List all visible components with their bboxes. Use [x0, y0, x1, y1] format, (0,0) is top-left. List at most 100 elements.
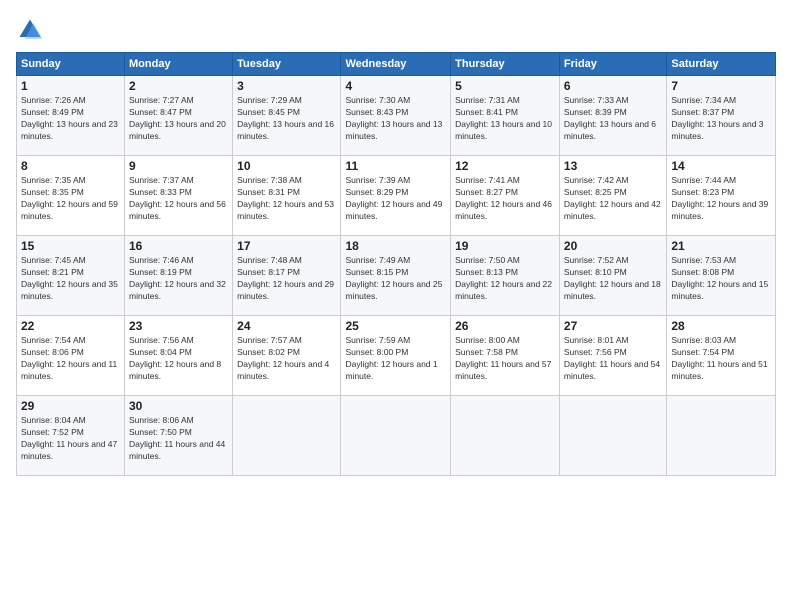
day-cell-8: 8 Sunrise: 7:35 AM Sunset: 8:35 PM Dayli…: [17, 156, 125, 236]
day-number: 12: [455, 159, 555, 173]
day-number: 30: [129, 399, 228, 413]
day-info: Sunrise: 7:27 AM Sunset: 8:47 PM Dayligh…: [129, 95, 228, 143]
day-number: 21: [671, 239, 771, 253]
day-number: 3: [237, 79, 336, 93]
empty-cell: [559, 396, 666, 476]
day-number: 25: [345, 319, 446, 333]
day-number: 22: [21, 319, 120, 333]
col-saturday: Saturday: [667, 53, 776, 76]
day-number: 28: [671, 319, 771, 333]
day-cell-14: 14 Sunrise: 7:44 AM Sunset: 8:23 PM Dayl…: [667, 156, 776, 236]
day-info: Sunrise: 7:49 AM Sunset: 8:15 PM Dayligh…: [345, 255, 446, 303]
day-cell-25: 25 Sunrise: 7:59 AM Sunset: 8:00 PM Dayl…: [341, 316, 451, 396]
day-info: Sunrise: 7:54 AM Sunset: 8:06 PM Dayligh…: [21, 335, 120, 383]
day-cell-29: 29 Sunrise: 8:04 AM Sunset: 7:52 PM Dayl…: [17, 396, 125, 476]
week-row-1: 1 Sunrise: 7:26 AM Sunset: 8:49 PM Dayli…: [17, 76, 776, 156]
day-cell-6: 6 Sunrise: 7:33 AM Sunset: 8:39 PM Dayli…: [559, 76, 666, 156]
day-cell-28: 28 Sunrise: 8:03 AM Sunset: 7:54 PM Dayl…: [667, 316, 776, 396]
day-info: Sunrise: 7:59 AM Sunset: 8:00 PM Dayligh…: [345, 335, 446, 383]
day-number: 7: [671, 79, 771, 93]
day-number: 10: [237, 159, 336, 173]
day-info: Sunrise: 7:48 AM Sunset: 8:17 PM Dayligh…: [237, 255, 336, 303]
day-number: 5: [455, 79, 555, 93]
day-info: Sunrise: 7:31 AM Sunset: 8:41 PM Dayligh…: [455, 95, 555, 143]
day-info: Sunrise: 8:06 AM Sunset: 7:50 PM Dayligh…: [129, 415, 228, 463]
day-number: 27: [564, 319, 662, 333]
day-number: 4: [345, 79, 446, 93]
day-info: Sunrise: 7:37 AM Sunset: 8:33 PM Dayligh…: [129, 175, 228, 223]
week-row-5: 29 Sunrise: 8:04 AM Sunset: 7:52 PM Dayl…: [17, 396, 776, 476]
day-cell-4: 4 Sunrise: 7:30 AM Sunset: 8:43 PM Dayli…: [341, 76, 451, 156]
day-number: 17: [237, 239, 336, 253]
empty-cell: [451, 396, 560, 476]
day-number: 20: [564, 239, 662, 253]
day-cell-13: 13 Sunrise: 7:42 AM Sunset: 8:25 PM Dayl…: [559, 156, 666, 236]
calendar: Sunday Monday Tuesday Wednesday Thursday…: [16, 52, 776, 476]
day-number: 9: [129, 159, 228, 173]
day-number: 16: [129, 239, 228, 253]
day-number: 18: [345, 239, 446, 253]
day-cell-1: 1 Sunrise: 7:26 AM Sunset: 8:49 PM Dayli…: [17, 76, 125, 156]
day-info: Sunrise: 7:53 AM Sunset: 8:08 PM Dayligh…: [671, 255, 771, 303]
day-cell-2: 2 Sunrise: 7:27 AM Sunset: 8:47 PM Dayli…: [125, 76, 233, 156]
day-number: 26: [455, 319, 555, 333]
day-cell-12: 12 Sunrise: 7:41 AM Sunset: 8:27 PM Dayl…: [451, 156, 560, 236]
day-cell-9: 9 Sunrise: 7:37 AM Sunset: 8:33 PM Dayli…: [125, 156, 233, 236]
day-cell-5: 5 Sunrise: 7:31 AM Sunset: 8:41 PM Dayli…: [451, 76, 560, 156]
day-cell-17: 17 Sunrise: 7:48 AM Sunset: 8:17 PM Dayl…: [233, 236, 341, 316]
day-number: 13: [564, 159, 662, 173]
logo: [16, 16, 48, 44]
day-cell-27: 27 Sunrise: 8:01 AM Sunset: 7:56 PM Dayl…: [559, 316, 666, 396]
day-info: Sunrise: 7:29 AM Sunset: 8:45 PM Dayligh…: [237, 95, 336, 143]
day-cell-3: 3 Sunrise: 7:29 AM Sunset: 8:45 PM Dayli…: [233, 76, 341, 156]
day-cell-30: 30 Sunrise: 8:06 AM Sunset: 7:50 PM Dayl…: [125, 396, 233, 476]
day-info: Sunrise: 7:38 AM Sunset: 8:31 PM Dayligh…: [237, 175, 336, 223]
day-info: Sunrise: 7:44 AM Sunset: 8:23 PM Dayligh…: [671, 175, 771, 223]
day-info: Sunrise: 7:56 AM Sunset: 8:04 PM Dayligh…: [129, 335, 228, 383]
day-number: 14: [671, 159, 771, 173]
empty-cell: [341, 396, 451, 476]
empty-cell: [667, 396, 776, 476]
day-number: 24: [237, 319, 336, 333]
header-row: Sunday Monday Tuesday Wednesday Thursday…: [17, 53, 776, 76]
page: Sunday Monday Tuesday Wednesday Thursday…: [0, 0, 792, 612]
day-info: Sunrise: 7:46 AM Sunset: 8:19 PM Dayligh…: [129, 255, 228, 303]
week-row-2: 8 Sunrise: 7:35 AM Sunset: 8:35 PM Dayli…: [17, 156, 776, 236]
day-number: 6: [564, 79, 662, 93]
day-info: Sunrise: 7:50 AM Sunset: 8:13 PM Dayligh…: [455, 255, 555, 303]
day-info: Sunrise: 8:03 AM Sunset: 7:54 PM Dayligh…: [671, 335, 771, 383]
day-info: Sunrise: 7:35 AM Sunset: 8:35 PM Dayligh…: [21, 175, 120, 223]
day-cell-16: 16 Sunrise: 7:46 AM Sunset: 8:19 PM Dayl…: [125, 236, 233, 316]
col-tuesday: Tuesday: [233, 53, 341, 76]
col-friday: Friday: [559, 53, 666, 76]
day-info: Sunrise: 7:33 AM Sunset: 8:39 PM Dayligh…: [564, 95, 662, 143]
day-info: Sunrise: 7:30 AM Sunset: 8:43 PM Dayligh…: [345, 95, 446, 143]
day-info: Sunrise: 7:41 AM Sunset: 8:27 PM Dayligh…: [455, 175, 555, 223]
day-info: Sunrise: 7:42 AM Sunset: 8:25 PM Dayligh…: [564, 175, 662, 223]
day-cell-15: 15 Sunrise: 7:45 AM Sunset: 8:21 PM Dayl…: [17, 236, 125, 316]
day-info: Sunrise: 7:57 AM Sunset: 8:02 PM Dayligh…: [237, 335, 336, 383]
header: [16, 16, 776, 44]
day-info: Sunrise: 8:00 AM Sunset: 7:58 PM Dayligh…: [455, 335, 555, 383]
day-cell-7: 7 Sunrise: 7:34 AM Sunset: 8:37 PM Dayli…: [667, 76, 776, 156]
day-info: Sunrise: 7:52 AM Sunset: 8:10 PM Dayligh…: [564, 255, 662, 303]
day-info: Sunrise: 7:26 AM Sunset: 8:49 PM Dayligh…: [21, 95, 120, 143]
day-number: 29: [21, 399, 120, 413]
col-monday: Monday: [125, 53, 233, 76]
logo-icon: [16, 16, 44, 44]
week-row-3: 15 Sunrise: 7:45 AM Sunset: 8:21 PM Dayl…: [17, 236, 776, 316]
day-info: Sunrise: 7:45 AM Sunset: 8:21 PM Dayligh…: [21, 255, 120, 303]
day-info: Sunrise: 7:39 AM Sunset: 8:29 PM Dayligh…: [345, 175, 446, 223]
col-sunday: Sunday: [17, 53, 125, 76]
day-info: Sunrise: 8:04 AM Sunset: 7:52 PM Dayligh…: [21, 415, 120, 463]
week-row-4: 22 Sunrise: 7:54 AM Sunset: 8:06 PM Dayl…: [17, 316, 776, 396]
day-cell-23: 23 Sunrise: 7:56 AM Sunset: 8:04 PM Dayl…: [125, 316, 233, 396]
day-number: 2: [129, 79, 228, 93]
day-number: 19: [455, 239, 555, 253]
col-wednesday: Wednesday: [341, 53, 451, 76]
day-number: 8: [21, 159, 120, 173]
day-cell-10: 10 Sunrise: 7:38 AM Sunset: 8:31 PM Dayl…: [233, 156, 341, 236]
day-info: Sunrise: 8:01 AM Sunset: 7:56 PM Dayligh…: [564, 335, 662, 383]
day-info: Sunrise: 7:34 AM Sunset: 8:37 PM Dayligh…: [671, 95, 771, 143]
day-cell-24: 24 Sunrise: 7:57 AM Sunset: 8:02 PM Dayl…: [233, 316, 341, 396]
